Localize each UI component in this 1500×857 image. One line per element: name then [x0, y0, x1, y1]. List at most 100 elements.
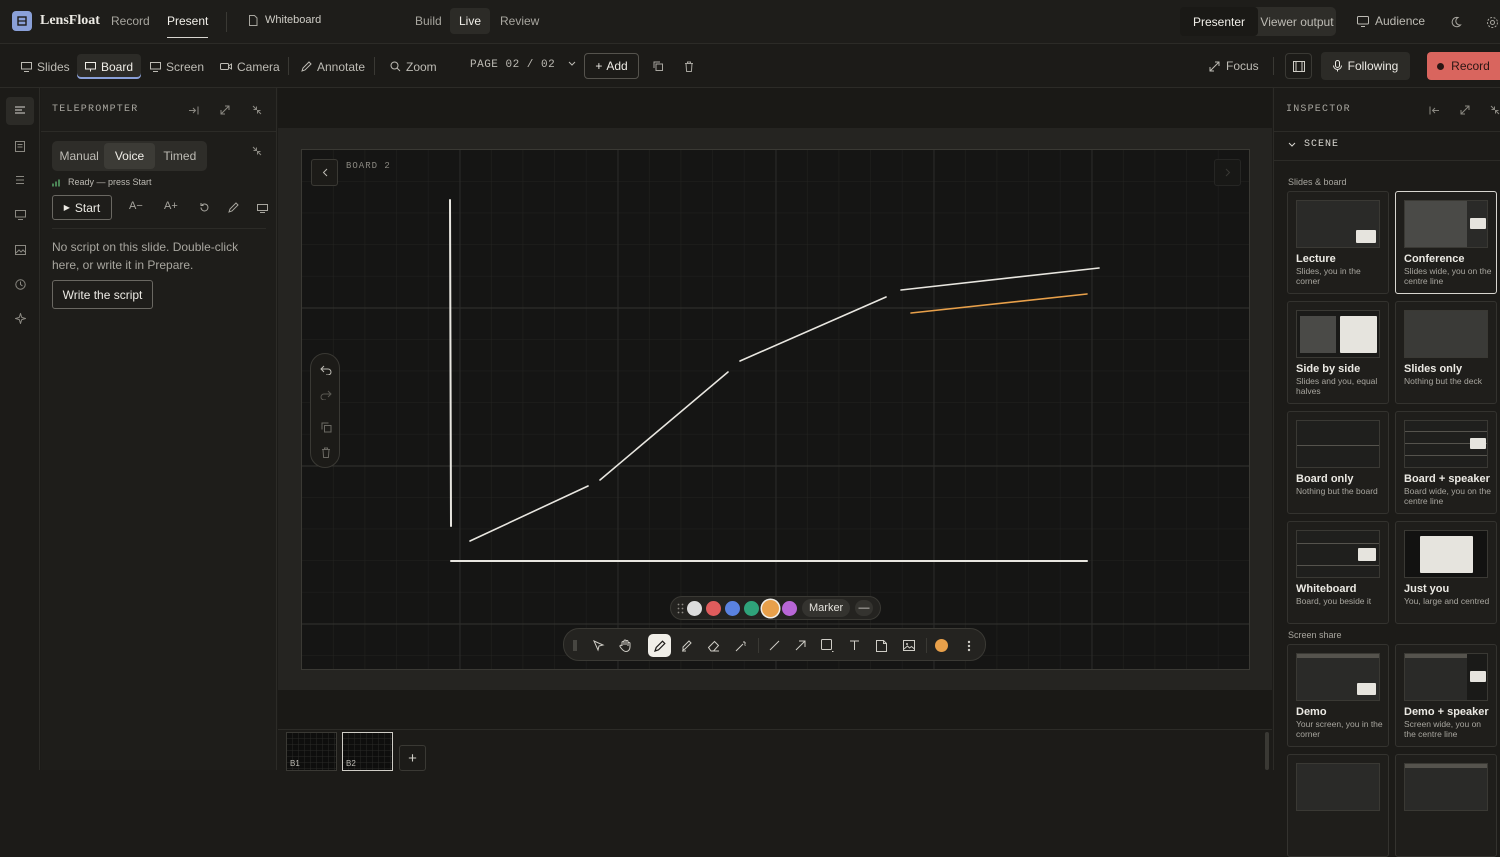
select-arrow-icon[interactable] [587, 634, 610, 657]
drag-handle-icon[interactable] [677, 603, 684, 614]
divider [1273, 57, 1274, 75]
nav-record[interactable]: Record [111, 14, 150, 28]
duplicate-icon[interactable] [651, 59, 665, 73]
record-label: Record [1451, 59, 1490, 73]
annotate-button[interactable]: Annotate [293, 54, 373, 79]
expand-icon[interactable] [218, 103, 232, 117]
highlighter-icon[interactable] [675, 634, 698, 657]
collapse-icon[interactable] [250, 144, 264, 158]
trash-icon[interactable] [682, 59, 696, 73]
page-indicator[interactable]: PAGE 02 / 02 [470, 59, 576, 71]
layout-card-partial[interactable] [1287, 754, 1389, 857]
reset-icon[interactable] [198, 201, 211, 214]
font-larger-button[interactable]: A+ [164, 200, 178, 212]
swatch-green[interactable] [744, 601, 759, 616]
write-script-button[interactable]: Write the script [52, 280, 153, 309]
source-camera-button[interactable]: Camera [212, 54, 288, 79]
record-button[interactable]: Record [1427, 52, 1500, 80]
theme-toggle-moon-icon[interactable] [1448, 14, 1464, 30]
rectangle-tool-icon[interactable] [816, 634, 839, 657]
tab-voice[interactable]: Voice [104, 143, 155, 169]
filmstrip-toggle-button[interactable] [1285, 53, 1312, 79]
start-button[interactable]: ▶ Start [52, 195, 112, 220]
hand-pan-icon[interactable] [614, 634, 637, 657]
presenter-view-button[interactable]: Presenter [1180, 7, 1258, 36]
viewer-output-button[interactable]: Viewer output [1258, 7, 1336, 36]
layout-card-board-speaker[interactable]: Board + speaker Board wide, you on the c… [1395, 411, 1497, 514]
edit-pencil-icon[interactable] [227, 201, 240, 214]
copy-icon[interactable] [318, 419, 334, 435]
layout-card-side-by-side[interactable]: Side by side Slides and you, equal halve… [1287, 301, 1389, 404]
scene-section-header[interactable]: SCENE [1288, 139, 1339, 150]
expand-icon[interactable] [1458, 103, 1472, 117]
document-name[interactable]: Whiteboard [248, 14, 321, 26]
next-page-button[interactable] [1214, 159, 1241, 186]
dock-left-icon[interactable] [1427, 103, 1441, 117]
board-thumbnail-2[interactable]: B2 [342, 732, 393, 771]
scrollbar[interactable] [1265, 732, 1269, 770]
line-tool-icon[interactable] [763, 634, 786, 657]
pen-tool-icon[interactable] [648, 634, 671, 657]
layout-card-demo-speaker[interactable]: Demo + speaker Screen wide, you on the c… [1395, 644, 1497, 747]
drag-handle-icon[interactable] [573, 640, 577, 651]
eraser-icon[interactable] [702, 634, 725, 657]
magic-wand-icon[interactable] [729, 634, 752, 657]
notes-rail-icon[interactable] [6, 132, 34, 160]
layout-card-partial[interactable] [1395, 754, 1497, 857]
delete-icon[interactable] [318, 444, 334, 460]
swatch-orange-selected[interactable] [762, 600, 779, 617]
whiteboard-canvas[interactable]: BOARD 2 [301, 149, 1250, 670]
image-rail-icon[interactable] [6, 236, 34, 264]
collapse-icon[interactable] [1488, 103, 1500, 117]
source-slides-button[interactable]: Slides [13, 54, 78, 79]
layout-card-lecture[interactable]: Lecture Slides, you in the corner [1287, 191, 1389, 294]
display-rail-icon[interactable] [6, 201, 34, 229]
list-rail-icon[interactable] [6, 166, 34, 194]
dock-right-icon[interactable] [186, 103, 200, 117]
tab-manual[interactable]: Manual [54, 143, 104, 169]
text-tool-icon[interactable] [843, 634, 866, 657]
brush-type-marker[interactable]: Marker [802, 599, 851, 617]
add-board-button[interactable]: + [399, 745, 426, 771]
swatch-blue[interactable] [725, 601, 740, 616]
teleprompter-rail-icon[interactable] [6, 97, 34, 125]
source-screen-button[interactable]: Screen [142, 54, 212, 79]
mode-build[interactable]: Build [406, 8, 451, 34]
sparkle-rail-icon[interactable] [6, 304, 34, 332]
undo-icon[interactable] [318, 362, 334, 378]
sticky-note-icon[interactable] [870, 634, 893, 657]
empty-script-message[interactable]: No script on this slide. Double-click he… [52, 238, 267, 274]
arrow-tool-icon[interactable] [789, 634, 812, 657]
prev-page-button[interactable] [311, 159, 338, 186]
mode-live[interactable]: Live [450, 8, 491, 34]
mode-review[interactable]: Review [491, 8, 548, 34]
clock-rail-icon[interactable] [6, 270, 34, 298]
layout-card-whiteboard[interactable]: Whiteboard Board, you beside it [1287, 521, 1389, 624]
display-icon[interactable] [256, 201, 269, 214]
swatch-purple[interactable] [782, 601, 797, 616]
layout-card-demo[interactable]: Demo Your screen, you in the corner [1287, 644, 1389, 747]
layout-card-slides-only[interactable]: Slides only Nothing but the deck [1395, 301, 1497, 404]
current-color-indicator[interactable] [930, 634, 953, 657]
following-button[interactable]: Following [1321, 52, 1410, 80]
zoom-button[interactable]: Zoom [382, 54, 445, 79]
nav-present[interactable]: Present [167, 14, 209, 38]
collapse-icon[interactable] [250, 103, 264, 117]
tab-timed[interactable]: Timed [155, 143, 205, 169]
audience-button[interactable]: Audience [1357, 14, 1425, 28]
source-board-button[interactable]: Board [77, 54, 142, 79]
add-page-button[interactable]: + Add [584, 53, 639, 79]
layout-card-board-only[interactable]: Board only Nothing but the board [1287, 411, 1389, 514]
focus-button[interactable]: Focus [1209, 59, 1259, 73]
layout-card-conference[interactable]: Conference Slides wide, you on the centr… [1395, 191, 1497, 294]
font-smaller-button[interactable]: A− [129, 200, 143, 212]
layout-card-just-you[interactable]: Just you You, large and centred [1395, 521, 1497, 624]
more-options-icon[interactable] [957, 634, 980, 657]
stroke-width-button[interactable]: — [855, 600, 873, 616]
redo-icon[interactable] [318, 387, 334, 403]
settings-gear-icon[interactable] [1484, 14, 1500, 30]
swatch-white[interactable] [687, 601, 702, 616]
swatch-red[interactable] [706, 601, 721, 616]
image-tool-icon[interactable] [897, 634, 920, 657]
board-thumbnail-1[interactable]: B1 [286, 732, 337, 771]
